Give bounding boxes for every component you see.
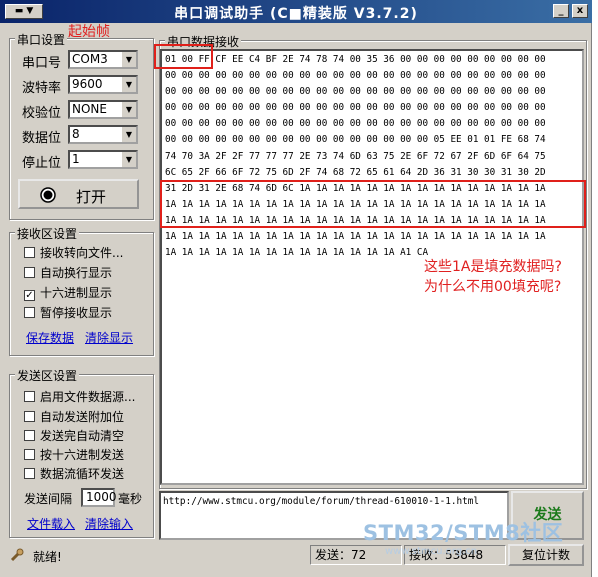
checkbox-label: 暂停接收显示 [40, 306, 113, 320]
checkbox-label: 十六进制显示 [40, 286, 113, 300]
baud-value: 9600 [72, 77, 103, 91]
ready-status: 就绪! [33, 550, 62, 564]
hex-display-checkbox[interactable]: ✓ 十六进制显示 [24, 284, 112, 301]
checkbox-box[interactable] [24, 449, 35, 460]
question-annotation-2: 为什么不用00填充呢? [424, 279, 562, 295]
port-select[interactable]: COM3 ▼ [68, 50, 138, 69]
close-button[interactable]: x [572, 4, 588, 18]
parity-select[interactable]: NONE ▼ [68, 100, 138, 119]
question-annotation-1: 这些1A是填充数据吗? [424, 259, 562, 275]
load-file-link[interactable]: 文件载入 [27, 515, 75, 532]
checkbox-box[interactable] [24, 411, 35, 422]
chevron-down-icon[interactable]: ▼ [121, 77, 136, 92]
receive-line: 6C 65 2F 66 6F 72 75 6D 2F 74 68 72 65 6… [165, 166, 546, 178]
clear-display-link[interactable]: 清除显示 [85, 329, 133, 346]
send-interval-input[interactable]: 1000 [81, 488, 117, 507]
minimize-button[interactable]: _ [553, 4, 569, 18]
clear-input-link[interactable]: 清除输入 [85, 515, 133, 532]
receive-line: 1A 1A 1A 1A 1A 1A 1A 1A 1A 1A 1A 1A 1A 1… [165, 231, 546, 243]
receive-line: 00 00 00 00 00 00 00 00 00 00 00 00 00 0… [165, 134, 546, 146]
receive-line: 00 00 00 00 00 00 00 00 00 00 00 00 00 0… [165, 70, 546, 82]
serial-settings-legend: 串口设置 [15, 31, 68, 48]
title-bar: ▬ ▼ 串口调试助手 (C■精装版 V3.7.2) _ x [0, 0, 592, 23]
loop-send-checkbox[interactable]: 数据流循环发送 [24, 465, 124, 482]
chevron-down-icon[interactable]: ▼ [121, 152, 136, 167]
status-bar: 就绪! 发送：72 接收：53848 复位计数 [0, 544, 592, 566]
send-interval-label: 发送间隔 [24, 492, 73, 506]
redirect-to-file-checkbox[interactable]: 接收转向文件... [24, 244, 123, 261]
checkbox-label: 按十六进制发送 [40, 448, 125, 462]
stopbits-label: 停止位 [22, 156, 62, 171]
auto-append-checkbox[interactable]: 自动发送附加位 [24, 408, 124, 425]
receive-text: 01 00 FF CF EE C4 BF 2E 74 78 74 00 35 3… [162, 51, 582, 261]
receive-settings-legend: 接收区设置 [15, 225, 80, 242]
start-frame-highlight [154, 44, 213, 69]
checkbox-label: 发送完自动清空 [40, 429, 125, 443]
app-window: ▬ ▼ 串口调试助手 (C■精装版 V3.7.2) _ x 串口设置 串口号 C… [0, 0, 592, 577]
checkbox-label: 自动发送附加位 [40, 410, 125, 424]
databits-select[interactable]: 8 ▼ [68, 125, 138, 144]
forum-watermark-url: www.stmcu.org.cn [385, 546, 478, 557]
send-input-text: http://www.stmcu.org/module/forum/thread… [163, 496, 480, 507]
receive-line: 00 00 00 00 00 00 00 00 00 00 00 00 00 0… [165, 118, 546, 130]
checkbox-label: 自动换行显示 [40, 266, 113, 280]
parity-label: 校验位 [22, 106, 62, 121]
checkbox-box[interactable] [24, 307, 35, 318]
checkbox-label: 接收转向文件... [40, 246, 124, 260]
fill-bytes-highlight [160, 180, 586, 228]
send-interval-unit: 毫秒 [118, 492, 143, 506]
parity-value: NONE [72, 102, 107, 116]
checkbox-box[interactable] [24, 267, 35, 278]
chevron-down-icon[interactable]: ▼ [121, 102, 136, 117]
window-title: 串口调试助手 (C■精装版 V3.7.2) [174, 6, 418, 22]
chevron-down-icon[interactable]: ▼ [121, 127, 136, 142]
checkbox-box[interactable] [24, 430, 35, 441]
port-value: COM3 [72, 52, 108, 66]
databits-label: 数据位 [22, 131, 62, 146]
auto-clear-checkbox[interactable]: 发送完自动清空 [24, 427, 124, 444]
pause-display-checkbox[interactable]: 暂停接收显示 [24, 304, 112, 321]
wrench-icon [10, 548, 24, 562]
checkbox-box[interactable] [24, 247, 35, 258]
send-settings-legend: 发送区设置 [15, 367, 80, 384]
receive-line: 00 00 00 00 00 00 00 00 00 00 00 00 00 0… [165, 102, 546, 114]
checkbox-label: 数据流循环发送 [40, 467, 125, 481]
record-icon [40, 187, 56, 203]
baud-select[interactable]: 9600 ▼ [68, 75, 138, 94]
start-frame-annotation: 起始帧 [68, 24, 110, 40]
receive-line: 01 00 FF CF EE C4 BF 2E 74 78 74 00 35 3… [165, 54, 546, 65]
port-label: 串口号 [22, 56, 62, 71]
stopbits-value: 1 [72, 152, 80, 166]
file-source-checkbox[interactable]: 启用文件数据源... [24, 388, 135, 405]
receive-line: 74 70 3A 2F 2F 77 77 77 2E 73 74 6D 63 7… [165, 150, 546, 162]
databits-value: 8 [72, 127, 80, 141]
stopbits-select[interactable]: 1 ▼ [68, 150, 138, 169]
chevron-down-icon[interactable]: ▼ [121, 52, 136, 67]
open-port-button[interactable]: 打开 [18, 179, 139, 209]
checkbox-box[interactable] [24, 468, 35, 479]
baud-label: 波特率 [22, 81, 62, 96]
hex-send-checkbox[interactable]: 按十六进制发送 [24, 446, 124, 463]
checkmark-icon[interactable]: ✓ [24, 290, 35, 301]
checkbox-label: 启用文件数据源... [40, 390, 136, 404]
auto-wrap-checkbox[interactable]: 自动换行显示 [24, 264, 112, 281]
open-button-label: 打开 [76, 188, 107, 206]
checkbox-box[interactable] [24, 391, 35, 402]
forum-watermark: STM32/STM8社区 [363, 521, 564, 545]
save-data-link[interactable]: 保存数据 [26, 329, 74, 346]
receive-line: 00 00 00 00 00 00 00 00 00 00 00 00 00 0… [165, 86, 546, 98]
reset-count-button[interactable]: 复位计数 [508, 544, 584, 566]
